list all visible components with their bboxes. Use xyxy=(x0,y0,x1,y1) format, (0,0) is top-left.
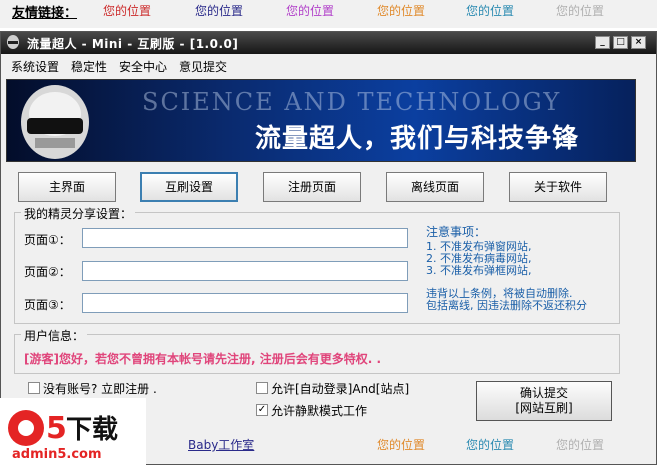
banner-watermark-text: SCIENCE AND TECHNOLOGY xyxy=(142,88,562,116)
a5-logo-icon: 5 下载 admin5.com xyxy=(8,410,118,462)
bottom-link-1[interactable]: 您的位置 xyxy=(377,436,425,453)
menu-system-settings[interactable]: 系统设置 xyxy=(11,58,59,75)
friend-links-bar: 友情链接： 您的位置 您的位置 您的位置 您的位置 您的位置 您的位置 xyxy=(0,0,657,28)
a5-watermark-logo: 5 下载 admin5.com xyxy=(0,398,146,465)
submit-button[interactable]: 确认提交 [网站互刷] xyxy=(476,381,612,421)
auto-login-label: 允许[自动登录]And[站点] xyxy=(271,382,410,396)
friend-link-6[interactable]: 您的位置 xyxy=(556,2,604,19)
notice-line-3: 3. 不准发布弹框网站, xyxy=(426,264,532,277)
friend-link-5[interactable]: 您的位置 xyxy=(466,2,514,19)
submit-label-2: [网站互刷] xyxy=(515,401,573,415)
menu-feedback[interactable]: 意见提交 xyxy=(179,58,227,75)
page-1-input[interactable] xyxy=(82,228,408,248)
nav-register-button[interactable]: 注册页面 xyxy=(263,172,361,202)
banner-slogan: 流量超人，我们与科技争锋 xyxy=(255,124,580,154)
window-title: 流量超人 - Mini - 互刷版 - [1.0.0] xyxy=(27,37,239,51)
nav-main-button[interactable]: 主界面 xyxy=(18,172,116,202)
svg-text:5: 5 xyxy=(46,411,67,446)
helmet-app-icon xyxy=(7,35,19,49)
bottom-link-3[interactable]: 您的位置 xyxy=(556,436,604,453)
helmet-icon xyxy=(21,85,89,159)
bottom-link-2[interactable]: 您的位置 xyxy=(466,436,514,453)
submit-label-1: 确认提交 xyxy=(519,386,568,400)
friend-link-2[interactable]: 您的位置 xyxy=(195,2,243,19)
nav-offline-button[interactable]: 离线页面 xyxy=(386,172,484,202)
maximize-button[interactable]: □ xyxy=(613,36,628,49)
silent-mode-checkbox[interactable]: ✓ xyxy=(256,404,268,416)
register-link[interactable]: 没有账号? 立即注册 . xyxy=(43,380,157,397)
title-bar[interactable]: 流量超人 - Mini - 互刷版 - [1.0.0] _ □ × xyxy=(1,32,656,54)
auto-login-checkbox[interactable] xyxy=(256,382,268,394)
svg-text:下载: 下载 xyxy=(66,415,118,445)
user-info-title: 用户信息： xyxy=(21,327,88,344)
register-checkbox[interactable] xyxy=(28,382,40,394)
friend-link-3[interactable]: 您的位置 xyxy=(286,2,334,19)
friend-links-label: 友情链接： xyxy=(12,6,78,21)
banner: SCIENCE AND TECHNOLOGY 流量超人，我们与科技争锋 xyxy=(6,79,636,162)
minimize-button[interactable]: _ xyxy=(595,36,610,49)
friend-link-1[interactable]: 您的位置 xyxy=(103,2,151,19)
friend-link-4[interactable]: 您的位置 xyxy=(377,2,425,19)
menu-stability[interactable]: 稳定性 xyxy=(71,58,107,75)
silent-mode-label: 允许静默模式工作 xyxy=(271,404,368,418)
page-1-label: 页面①： xyxy=(24,233,71,247)
menu-bar: 系统设置 稳定性 安全中心 意见提交 xyxy=(1,54,656,76)
page-3-input[interactable] xyxy=(82,293,408,313)
page-3-label: 页面③： xyxy=(24,298,71,312)
guest-message: [游客]您好，若您不曾拥有本帐号请先注册, 注册后会有更多特权. . xyxy=(24,352,382,366)
menu-security-center[interactable]: 安全中心 xyxy=(119,58,167,75)
close-button[interactable]: × xyxy=(631,36,646,49)
share-settings-title: 我的精灵分享设置： xyxy=(21,205,136,222)
bottom-link-studio[interactable]: Baby工作室 xyxy=(188,436,254,453)
svg-text:admin5.com: admin5.com xyxy=(12,447,102,462)
page-2-input[interactable] xyxy=(82,261,408,281)
page-2-label: 页面②： xyxy=(24,265,71,279)
violation-line-2: 包括离线, 因违法删除不返还积分 xyxy=(426,299,587,312)
nav-mutual-settings-button[interactable]: 互刷设置 xyxy=(140,172,238,202)
nav-about-button[interactable]: 关于软件 xyxy=(509,172,607,202)
notice-title: 注意事项： xyxy=(426,225,487,239)
